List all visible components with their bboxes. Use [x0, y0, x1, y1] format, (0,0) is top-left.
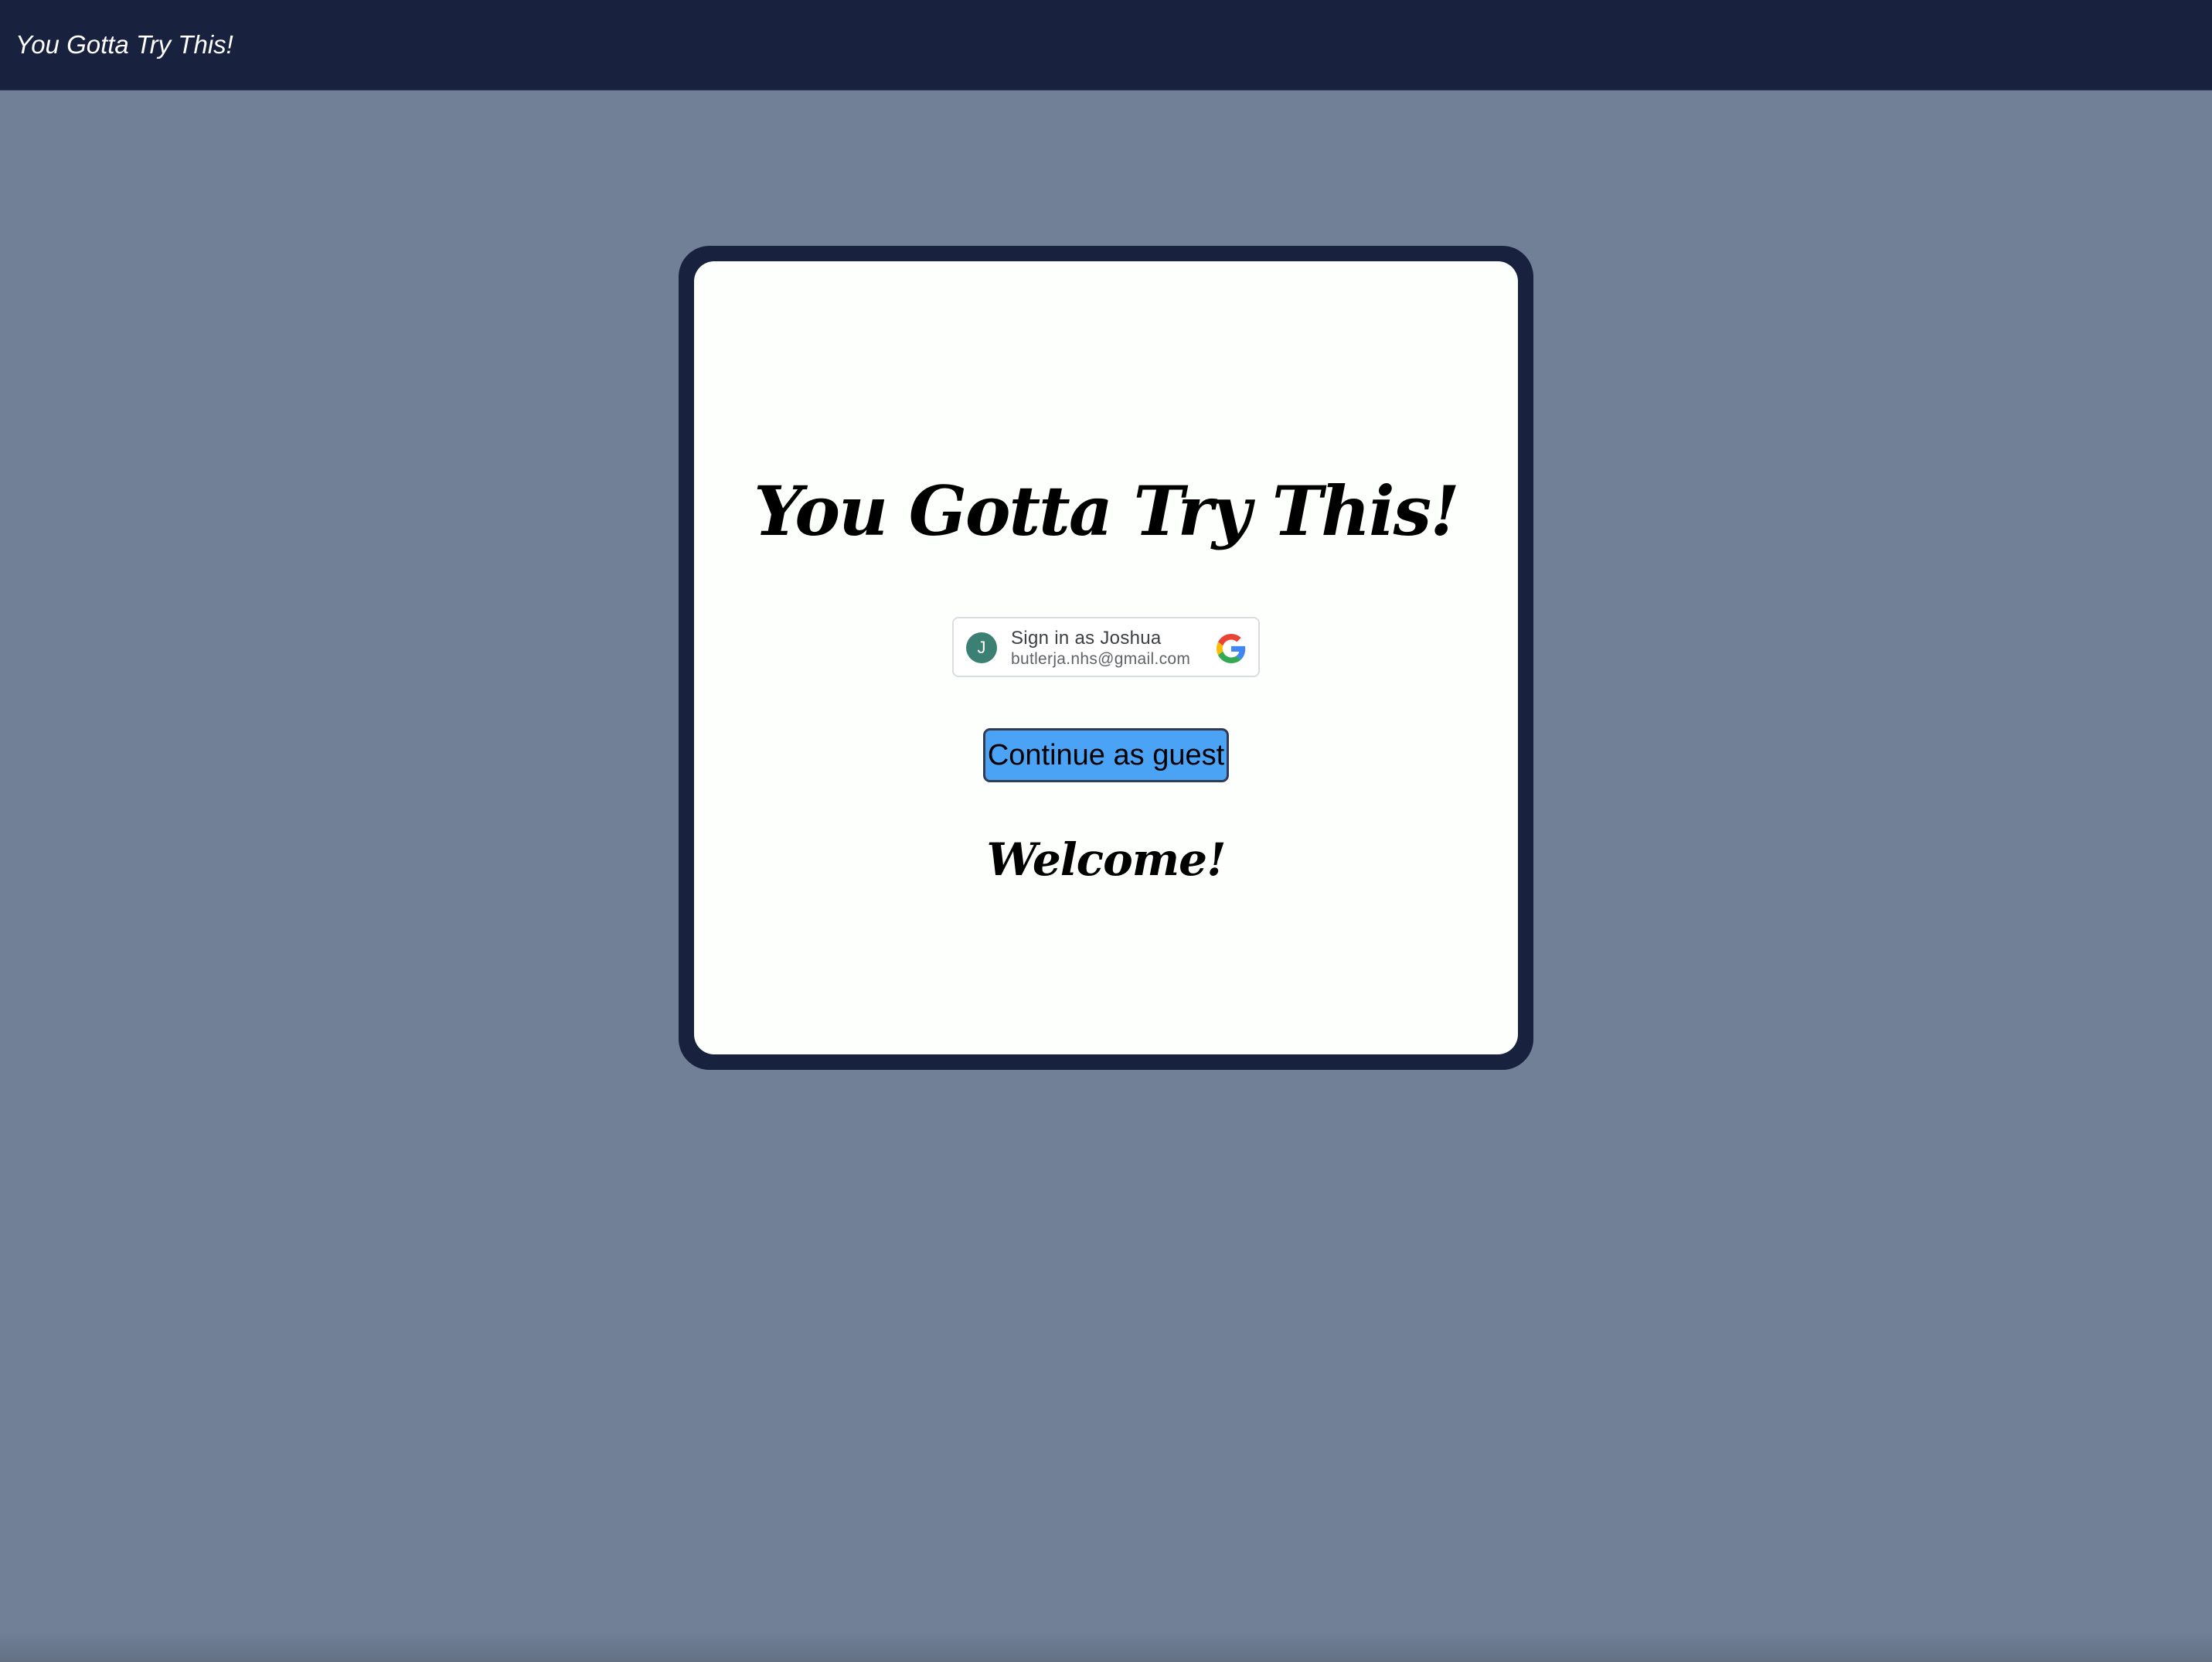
top-navigation-bar: You Gotta Try This! — [0, 0, 2212, 90]
bottom-edge-shadow — [0, 1631, 2212, 1662]
login-card: You Gotta Try This! J Sign in as Joshua … — [694, 261, 1518, 1054]
avatar: J — [966, 632, 997, 663]
google-sign-in-button[interactable]: J Sign in as Joshua butlerja.nhs@gmail.c… — [952, 617, 1260, 677]
login-card-frame: You Gotta Try This! J Sign in as Joshua … — [679, 246, 1533, 1070]
welcome-message: Welcome! — [986, 833, 1226, 886]
google-logo-icon — [1217, 634, 1246, 663]
sign-in-label: Sign in as Joshua — [1011, 628, 1162, 649]
continue-as-guest-button[interactable]: Continue as guest — [983, 728, 1229, 782]
account-email: butlerja.nhs@gmail.com — [1011, 650, 1191, 668]
card-title: You Gotta Try This! — [754, 471, 1460, 551]
app-title: You Gotta Try This! — [15, 30, 233, 59]
